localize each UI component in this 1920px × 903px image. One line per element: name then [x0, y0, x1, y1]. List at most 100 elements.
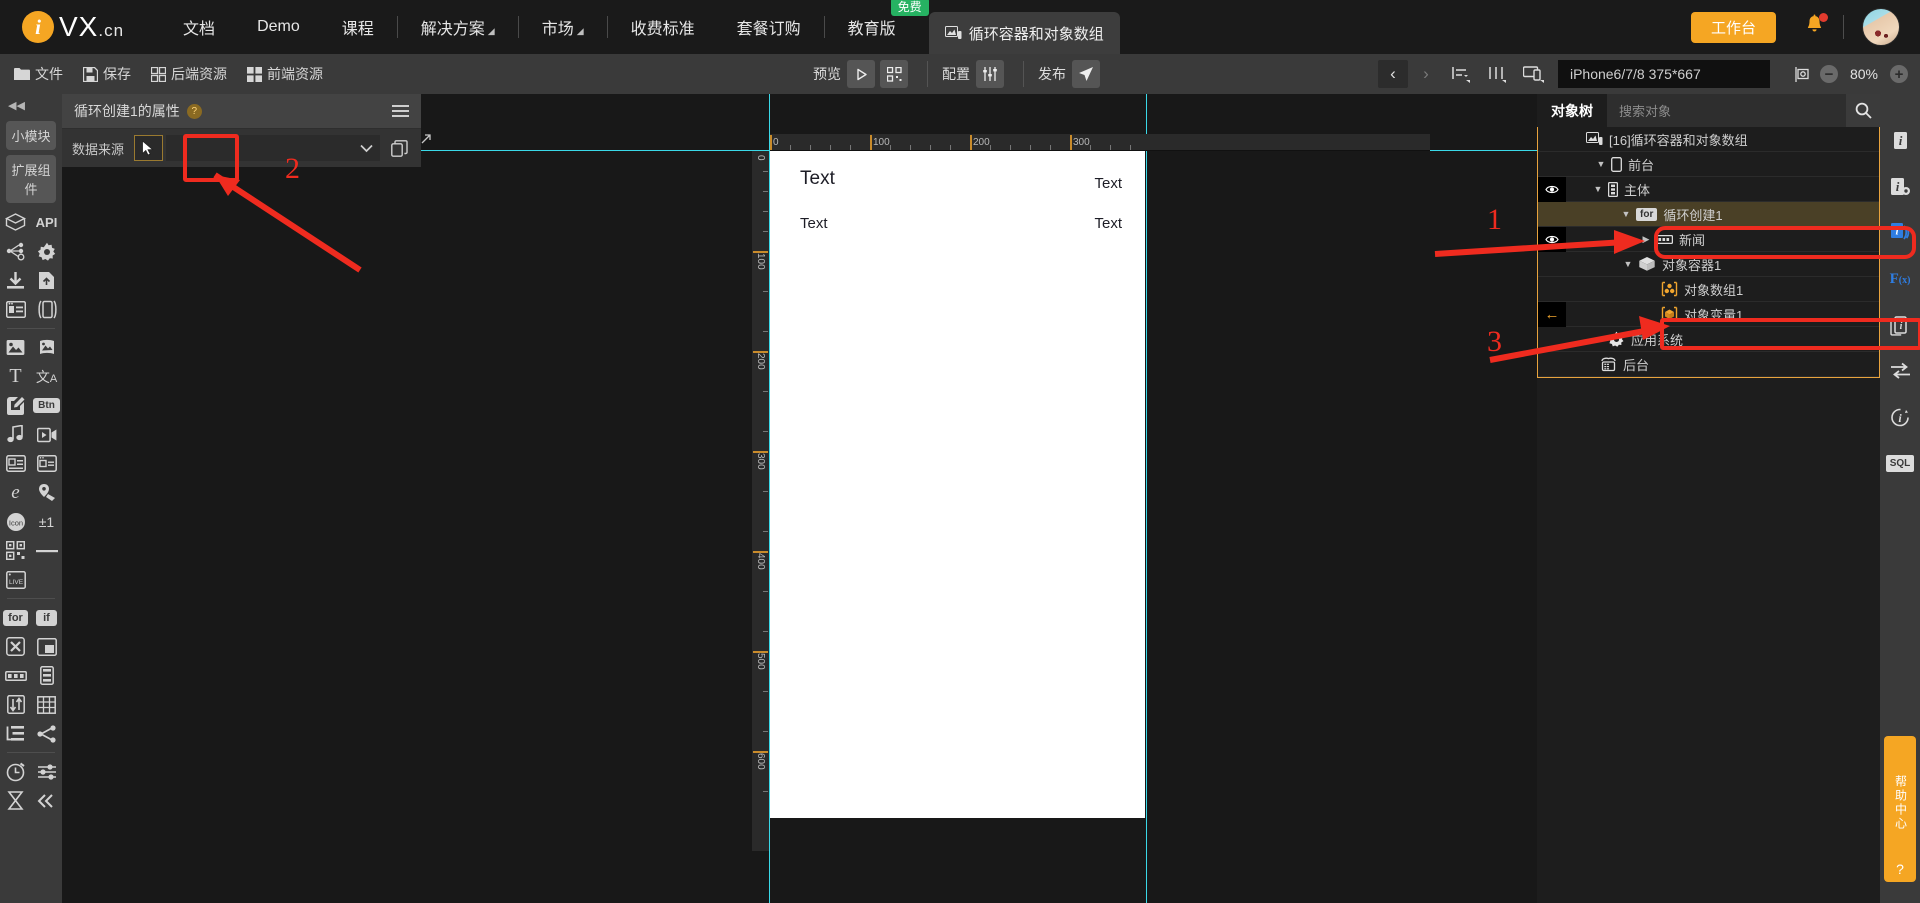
twisty-down-icon[interactable]: ▼ — [1616, 209, 1636, 219]
tree-node-app-system[interactable]: 应用系统 — [1538, 327, 1879, 352]
if-condition-icon[interactable]: if — [31, 603, 62, 632]
image-icon[interactable] — [0, 333, 31, 362]
translate-icon[interactable]: 文A — [31, 362, 62, 391]
twisty-down-icon[interactable]: ▼ — [1591, 159, 1611, 169]
api-text-icon[interactable]: API — [31, 208, 62, 237]
file-button[interactable]: 文件 — [14, 64, 63, 84]
slider-icon[interactable] — [0, 661, 31, 690]
map-pin-icon[interactable] — [31, 478, 62, 507]
icon-library-icon[interactable]: Icon — [0, 507, 31, 536]
zoom-out-button[interactable]: − — [1819, 65, 1838, 83]
preview-text-1[interactable]: Text — [800, 168, 835, 190]
button-icon[interactable]: Btn — [31, 391, 62, 420]
nav-item-courses[interactable]: 课程 — [321, 0, 395, 54]
table-icon[interactable] — [31, 690, 62, 719]
mobile-frame-icon[interactable] — [31, 295, 62, 324]
image-stack-icon[interactable] — [31, 333, 62, 362]
publish-send-button[interactable] — [1072, 60, 1100, 88]
live-icon[interactable]: LIVE — [0, 565, 31, 594]
align-center-vertical-icon[interactable] — [1483, 60, 1513, 88]
expand-arrow-icon[interactable] — [420, 133, 432, 145]
browser-icon[interactable]: e — [0, 478, 31, 507]
layers-icon[interactable]: i — [1880, 214, 1920, 252]
back-arrow-icon[interactable]: ← — [1538, 302, 1566, 327]
preview-play-button[interactable] — [847, 60, 875, 88]
fit-screen-icon[interactable] — [1787, 60, 1817, 88]
share-node-icon[interactable] — [31, 719, 62, 748]
design-canvas[interactable]: 0 100 200 300 0 100 200 300 400 500 600 … — [62, 94, 1537, 903]
file-upload-icon[interactable] — [31, 266, 62, 295]
workbench-button[interactable]: 工作台 — [1690, 11, 1776, 43]
search-input[interactable]: 搜索对象 — [1607, 94, 1846, 127]
nav-item-docs[interactable]: 文档 — [162, 0, 236, 54]
container-icon[interactable] — [31, 632, 62, 661]
timer-icon[interactable] — [0, 757, 31, 786]
richtext-icon[interactable] — [0, 449, 31, 478]
info-icon[interactable]: i — [1880, 122, 1920, 160]
video-icon[interactable] — [31, 420, 62, 449]
node-graph-icon[interactable] — [0, 237, 31, 266]
sort-icon[interactable] — [0, 690, 31, 719]
forward-button[interactable]: › — [1411, 60, 1441, 88]
line-icon[interactable] — [31, 536, 62, 565]
tree-node-loop-create[interactable]: ▼ for 循环创建1 — [1538, 202, 1879, 227]
article-icon[interactable] — [31, 449, 62, 478]
project-tab[interactable]: 循环容器和对象数组 — [928, 12, 1120, 54]
preview-text-4[interactable]: Text — [1094, 215, 1122, 232]
tree-node-backend[interactable]: 后台 — [1538, 352, 1879, 377]
align-left-icon[interactable] — [1447, 60, 1477, 88]
nav-item-market[interactable]: 市场 ◢ — [521, 0, 605, 54]
nav-item-pricing[interactable]: 收费标准 — [610, 0, 716, 54]
tree-node-frontend[interactable]: ▼ 前台 — [1538, 152, 1879, 177]
tree-node-app[interactable]: [16]循环容器和对象数组 — [1538, 127, 1879, 152]
frontend-resources-button[interactable]: 前端资源 — [247, 64, 323, 84]
help-icon[interactable]: ? — [186, 103, 202, 119]
function-icon[interactable]: F(x) — [1880, 260, 1920, 298]
visibility-toggle[interactable] — [1538, 226, 1566, 252]
sql-icon[interactable]: SQL — [1880, 444, 1920, 482]
data-source-select[interactable] — [166, 135, 380, 161]
visibility-toggle[interactable] — [1538, 176, 1566, 202]
card-layout-icon[interactable] — [0, 295, 31, 324]
for-loop-icon[interactable]: for — [0, 603, 31, 632]
device-switch-icon[interactable] — [1519, 60, 1549, 88]
help-center-button[interactable]: 帮助中心 — [1884, 736, 1916, 866]
list-icon[interactable] — [31, 661, 62, 690]
nav-item-packages[interactable]: 套餐订购 — [716, 0, 822, 54]
nav-item-education[interactable]: 教育版 免费 — [827, 0, 929, 54]
gear-icon[interactable] — [31, 237, 62, 266]
collapse-chevrons-icon[interactable] — [31, 786, 62, 815]
copy-icon[interactable] — [387, 136, 411, 160]
zoom-in-button[interactable]: + — [1890, 65, 1908, 83]
help-question-button[interactable]: ? — [1884, 856, 1916, 882]
plus-minus-icon[interactable]: ±1 — [31, 507, 62, 536]
brand-logo[interactable]: i VX.cn — [22, 11, 124, 43]
preview-qrcode-button[interactable] — [880, 60, 908, 88]
save-button[interactable]: 保存 — [83, 64, 131, 84]
swap-icon[interactable] — [1880, 352, 1920, 390]
twisty-down-icon[interactable]: ▼ — [1618, 259, 1638, 269]
tree-node-object-container[interactable]: ▼ 对象容器1 — [1538, 252, 1879, 277]
tree-node-body[interactable]: ▼ 主体 — [1538, 176, 1879, 202]
nav-item-solutions[interactable]: 解决方案 ◢ — [400, 0, 516, 54]
rail-tag-small-module[interactable]: 小模块 — [6, 121, 56, 150]
settings-slider-icon[interactable] — [31, 757, 62, 786]
device-selector[interactable]: iPhone6/7/8 375*667 — [1557, 60, 1770, 88]
info-settings-icon[interactable]: i — [1880, 168, 1920, 206]
search-icon[interactable] — [1846, 94, 1880, 127]
cursor-arrow-icon[interactable] — [134, 135, 163, 161]
tree-icon[interactable] — [0, 719, 31, 748]
preview-text-3[interactable]: Text — [800, 215, 828, 232]
backend-resources-button[interactable]: 后端资源 — [151, 64, 227, 84]
refresh-info-icon[interactable]: i — [1880, 398, 1920, 436]
download-icon[interactable] — [0, 266, 31, 295]
shuffle-icon[interactable] — [0, 632, 31, 661]
twisty-down-icon[interactable]: ▼ — [1588, 184, 1608, 194]
tree-node-news[interactable]: ▶ 新闻 — [1538, 226, 1879, 252]
rail-collapse-button[interactable]: ◀◀ — [0, 94, 62, 116]
edit-icon[interactable] — [0, 391, 31, 420]
api-box-icon[interactable] — [0, 208, 31, 237]
qrcode-icon[interactable] — [0, 536, 31, 565]
text-icon[interactable]: T — [0, 362, 31, 391]
copy-object-icon[interactable]: i — [1880, 306, 1920, 344]
